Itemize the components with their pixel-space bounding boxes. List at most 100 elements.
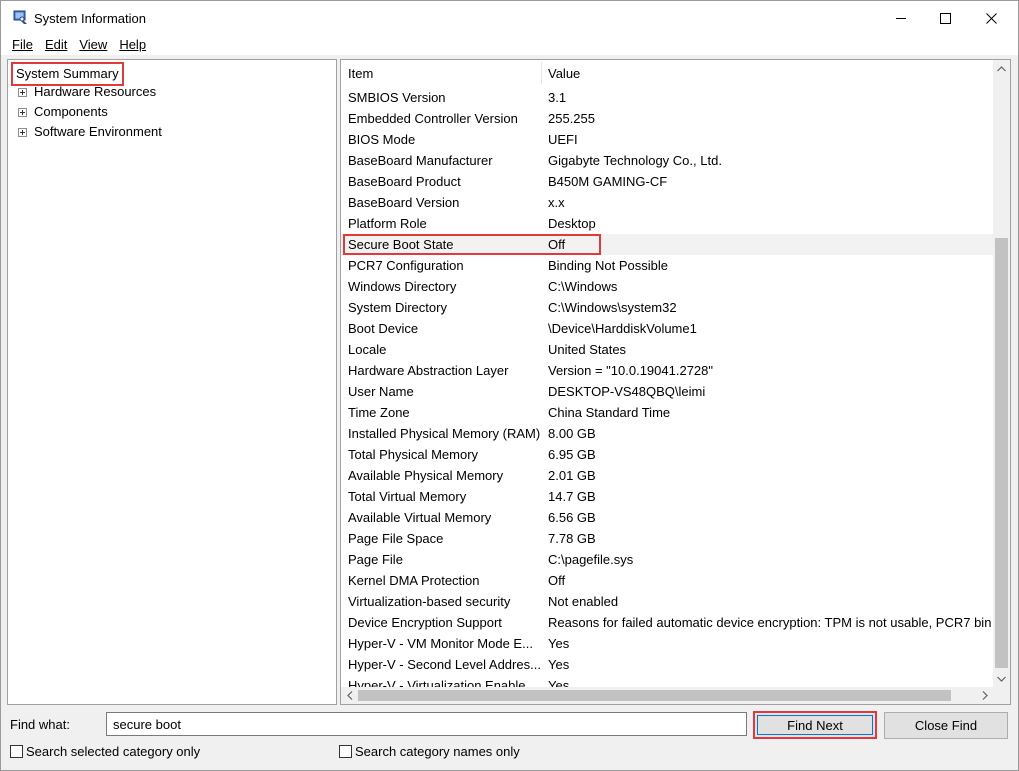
expand-plus-icon[interactable] <box>18 108 27 117</box>
row-item-cell: Page File Space <box>348 531 444 546</box>
list-row[interactable]: User Name DESKTOP-VS48QBQ\leimi <box>341 381 993 402</box>
search-category-names-checkbox[interactable]: Search category names only <box>339 744 520 759</box>
list-row[interactable]: Hyper-V - VM Monitor Mode E... Yes <box>341 633 993 654</box>
find-next-button[interactable]: Find Next <box>753 711 877 739</box>
row-value-cell: Yes <box>548 636 570 651</box>
list-row[interactable]: Page File C:\pagefile.sys <box>341 549 993 570</box>
row-item-cell: Locale <box>348 342 387 357</box>
list-row[interactable]: Boot Device \Device\HarddiskVolume1 <box>341 318 993 339</box>
column-header-value[interactable]: Value <box>548 66 580 81</box>
list-row[interactable]: PCR7 Configuration Binding Not Possible <box>341 255 993 276</box>
vertical-scroll-thumb[interactable] <box>995 238 1008 668</box>
minimize-icon <box>895 17 906 19</box>
window-title: System Information <box>34 11 146 26</box>
minimize-button[interactable] <box>878 1 924 35</box>
list-row[interactable]: System Directory C:\Windows\system32 <box>341 297 993 318</box>
row-item-cell: Time Zone <box>348 405 410 420</box>
menu-view-label: View <box>79 37 108 52</box>
row-item-cell: Hyper-V - VM Monitor Mode E... <box>348 636 533 651</box>
details-list[interactable]: Item Value SMBIOS Version 3.1 Embedded Con… <box>340 59 1011 705</box>
list-row[interactable]: Kernel DMA Protection Off <box>341 570 993 591</box>
chevron-down-icon <box>997 676 1006 682</box>
list-row[interactable]: Time Zone China Standard Time <box>341 402 993 423</box>
vertical-scrollbar[interactable] <box>993 60 1010 687</box>
list-row[interactable]: SMBIOS Version 3.1 <box>341 87 993 108</box>
list-row[interactable]: Windows Directory C:\Windows <box>341 276 993 297</box>
row-value-cell: 255.255 <box>548 111 595 126</box>
search-selected-category-label: Search selected category only <box>26 744 201 759</box>
list-row[interactable]: Available Virtual Memory 6.56 GB <box>341 507 993 528</box>
chevron-right-icon <box>982 691 988 700</box>
checkbox-box[interactable] <box>10 745 23 758</box>
list-row[interactable]: Platform Role Desktop <box>341 213 993 234</box>
scroll-left-button[interactable] <box>341 687 358 704</box>
list-row[interactable]: Hyper-V - Virtualization Enable... Yes <box>341 675 993 687</box>
row-value-cell: China Standard Time <box>548 405 671 420</box>
row-item-cell: User Name <box>348 384 414 399</box>
scroll-down-button[interactable] <box>993 670 1010 687</box>
tree-item-label: Components <box>34 104 108 119</box>
list-row[interactable]: Secure Boot State Off <box>341 234 993 255</box>
list-row[interactable]: Installed Physical Memory (RAM) 8.00 GB <box>341 423 993 444</box>
list-row[interactable]: Available Physical Memory 2.01 GB <box>341 465 993 486</box>
row-value-cell: 8.00 GB <box>548 426 596 441</box>
list-row[interactable]: Locale United States <box>341 339 993 360</box>
row-item-cell: Kernel DMA Protection <box>348 573 480 588</box>
close-find-label: Close Find <box>914 718 978 733</box>
row-item-cell: Available Virtual Memory <box>348 510 492 525</box>
menu-bar: File Edit View Help <box>1 35 1018 55</box>
list-row[interactable]: Page File Space 7.78 GB <box>341 528 993 549</box>
horizontal-scrollbar[interactable] <box>341 687 993 704</box>
title-bar[interactable]: System Information <box>1 1 1018 35</box>
column-divider[interactable] <box>541 62 542 84</box>
row-item-cell: Total Virtual Memory <box>348 489 467 504</box>
list-row[interactable]: Virtualization-based security Not enabled <box>341 591 993 612</box>
list-row[interactable]: Hyper-V - Second Level Addres... Yes <box>341 654 993 675</box>
checkbox-box[interactable] <box>339 745 352 758</box>
scroll-right-button[interactable] <box>976 687 993 704</box>
row-item-cell: BaseBoard Product <box>348 174 461 189</box>
row-value-cell: UEFI <box>548 132 578 147</box>
expand-plus-icon[interactable] <box>18 88 27 97</box>
row-item-cell: PCR7 Configuration <box>348 258 464 273</box>
row-item-cell: BIOS Mode <box>348 132 416 147</box>
row-value-cell: C:\Windows <box>548 279 618 294</box>
list-row[interactable]: Embedded Controller Version 255.255 <box>341 108 993 129</box>
close-find-button[interactable]: Close Find <box>884 712 1008 739</box>
list-row[interactable]: Device Encryption Support Reasons for fai… <box>341 612 993 633</box>
column-header-item[interactable]: Item <box>348 66 373 81</box>
row-value-cell: 6.56 GB <box>548 510 596 525</box>
scroll-up-button[interactable] <box>993 60 1010 77</box>
list-row[interactable]: BIOS Mode UEFI <box>341 129 993 150</box>
find-what-input[interactable] <box>106 712 747 736</box>
list-rows: SMBIOS Version 3.1 Embedded Controller Ver… <box>341 87 993 687</box>
menu-file[interactable]: File <box>6 35 39 55</box>
row-item-cell: Boot Device <box>348 321 419 336</box>
row-item-cell: Platform Role <box>348 216 427 231</box>
row-value-cell: Yes <box>548 657 570 672</box>
maximize-icon <box>939 12 951 24</box>
search-selected-category-checkbox[interactable]: Search selected category only <box>10 744 200 759</box>
maximize-button[interactable] <box>922 1 968 35</box>
list-row[interactable]: Hardware Abstraction Layer Version = "10.… <box>341 360 993 381</box>
list-row[interactable]: BaseBoard Manufacturer Gigabyte Technolog… <box>341 150 993 171</box>
selection-highlight-box <box>343 234 601 255</box>
expand-plus-icon[interactable] <box>18 128 27 137</box>
menu-view[interactable]: View <box>73 35 113 55</box>
list-row[interactable]: BaseBoard Version x.x <box>341 192 993 213</box>
row-value-cell: Desktop <box>548 216 596 231</box>
menu-edit[interactable]: Edit <box>39 35 73 55</box>
close-button[interactable] <box>968 1 1014 35</box>
category-tree[interactable]: System Summary Hardware Resources Compon… <box>7 59 337 705</box>
menu-help[interactable]: Help <box>113 35 152 55</box>
list-row[interactable]: Total Physical Memory 6.95 GB <box>341 444 993 465</box>
row-value-cell: C:\Windows\system32 <box>548 300 677 315</box>
row-value-cell: B450M GAMING-CF <box>548 174 668 189</box>
row-value-cell: 7.78 GB <box>548 531 596 546</box>
list-row[interactable]: BaseBoard Product B450M GAMING-CF <box>341 171 993 192</box>
row-value-cell: \Device\HarddiskVolume1 <box>548 321 697 336</box>
horizontal-scroll-thumb[interactable] <box>358 690 951 701</box>
find-what-label: Find what: <box>10 717 70 732</box>
list-row[interactable]: Total Virtual Memory 14.7 GB <box>341 486 993 507</box>
row-value-cell: DESKTOP-VS48QBQ\leimi <box>548 384 706 399</box>
